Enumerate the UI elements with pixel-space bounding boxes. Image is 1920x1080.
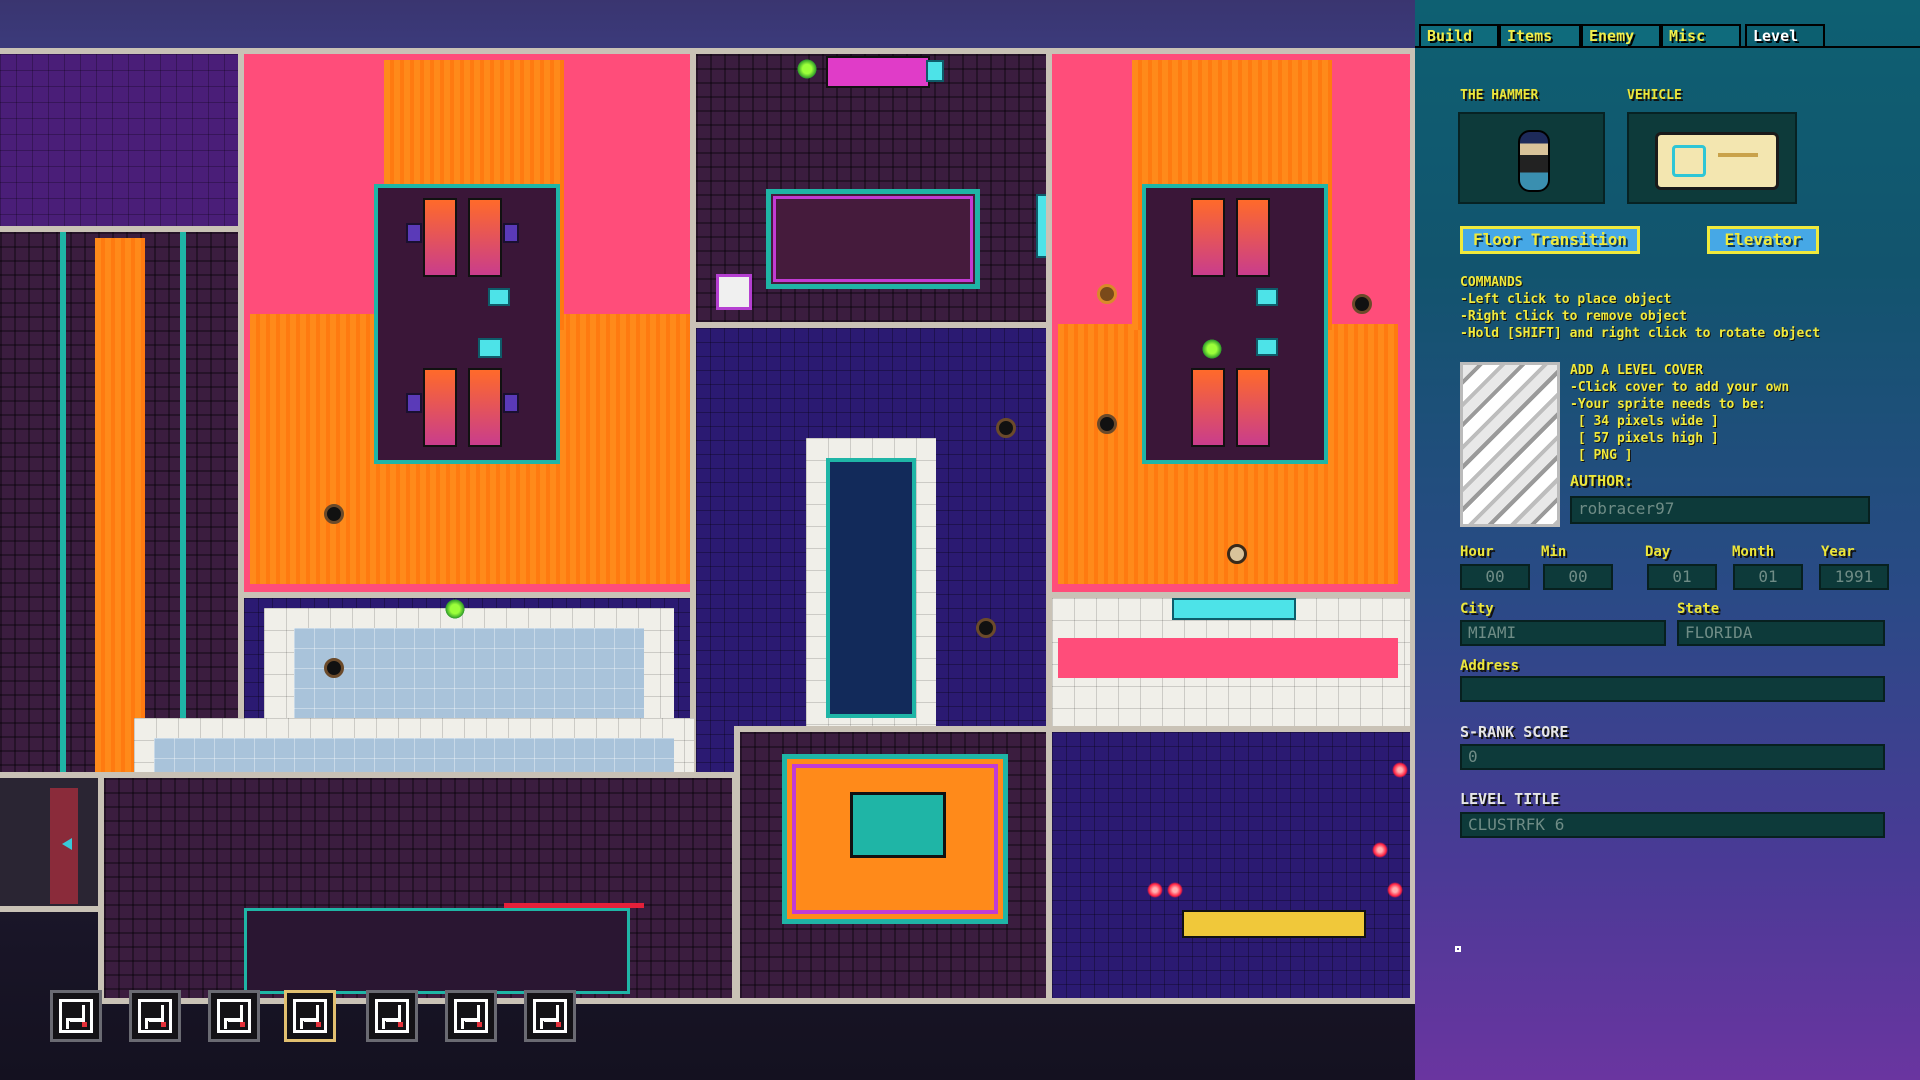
cover-instruction: -Your sprite needs to be:	[1570, 397, 1766, 412]
floor-icon	[59, 999, 93, 1033]
state-field[interactable]: FLORIDA	[1677, 620, 1885, 646]
cover-title: ADD A LEVEL COVER	[1570, 363, 1704, 378]
arrow-left-icon	[62, 838, 72, 850]
tab-enemy[interactable]: Enemy	[1581, 24, 1661, 46]
vehicle-label: VEHICLE	[1627, 88, 1682, 103]
level-title-field[interactable]: CLUSTRFK 6	[1460, 812, 1885, 838]
editor-side-panel: Build Items Enemy Misc Level THE HAMMER …	[1415, 0, 1920, 1080]
cover-instruction: [ 57 pixels high ]	[1570, 431, 1719, 446]
tab-build[interactable]: Build	[1419, 24, 1499, 46]
enemy-sprite[interactable]	[1097, 414, 1117, 434]
elevator-button[interactable]: Elevator	[1707, 226, 1819, 254]
cover-instruction: [ 34 pixels wide ]	[1570, 414, 1719, 429]
tab-misc[interactable]: Misc	[1661, 24, 1741, 46]
floor-slot-3[interactable]	[208, 990, 260, 1042]
srank-label: S-RANK SCORE	[1460, 723, 1569, 741]
floor-icon	[375, 999, 409, 1033]
room-center-hall	[690, 322, 1052, 780]
srank-field[interactable]: 0	[1460, 744, 1885, 770]
enemy-marker	[1392, 762, 1408, 778]
floor-slot-4[interactable]	[284, 990, 336, 1042]
player-character-select[interactable]	[1458, 112, 1605, 204]
day-field[interactable]: 01	[1647, 564, 1717, 590]
vehicle-select[interactable]	[1627, 112, 1797, 204]
cursor-marker-icon	[1455, 946, 1461, 952]
enemy-marker	[1372, 842, 1388, 858]
enemy-sprite[interactable]	[324, 658, 344, 678]
enemy-marker	[1147, 882, 1163, 898]
min-label: Min	[1541, 544, 1567, 560]
floor-icon	[217, 999, 251, 1033]
hour-label: Hour	[1460, 544, 1494, 560]
room-top-left	[0, 48, 244, 232]
room-left-corridor	[0, 226, 244, 778]
floor-transition-button[interactable]: Floor Transition	[1460, 226, 1640, 254]
floor-slot-2[interactable]	[129, 990, 181, 1042]
floor-slot-6[interactable]	[445, 990, 497, 1042]
tab-divider	[1415, 46, 1920, 48]
city-field[interactable]: MIAMI	[1460, 620, 1666, 646]
enemy-sprite[interactable]	[1352, 294, 1372, 314]
floor-icon	[533, 999, 567, 1033]
tab-items[interactable]: Items	[1499, 24, 1581, 46]
level-title-label: LEVEL TITLE	[1460, 790, 1560, 808]
enemy-sprite[interactable]	[324, 504, 344, 524]
level-cover-image[interactable]	[1460, 362, 1560, 527]
hour-field[interactable]: 00	[1460, 564, 1530, 590]
author-field[interactable]: robracer97	[1570, 496, 1870, 524]
month-field[interactable]: 01	[1733, 564, 1803, 590]
room-elevator	[0, 772, 104, 912]
enemy-sprite[interactable]	[996, 418, 1016, 438]
year-label: Year	[1821, 544, 1855, 560]
floor-slot-7[interactable]	[524, 990, 576, 1042]
state-label: State	[1677, 601, 1720, 617]
player-label: THE HAMMER	[1460, 88, 1539, 103]
room-east-hall	[1046, 592, 1415, 732]
floor-slot-1[interactable]	[50, 990, 102, 1042]
min-field[interactable]: 00	[1543, 564, 1613, 590]
command-line: -Right click to remove object	[1460, 309, 1687, 324]
floor-slot-5[interactable]	[366, 990, 418, 1042]
command-line: -Left click to place object	[1460, 292, 1672, 307]
address-field[interactable]	[1460, 676, 1885, 702]
command-line: -Hold [SHIFT] and right click to rotate …	[1460, 326, 1821, 341]
cover-instruction: [ PNG ]	[1570, 448, 1633, 463]
cover-instruction: -Click cover to add your own	[1570, 380, 1790, 395]
level-editor-viewport[interactable]	[0, 0, 1415, 1080]
address-label: Address	[1460, 658, 1520, 674]
floor-icon	[454, 999, 488, 1033]
room-center-north	[690, 48, 1052, 328]
room-office-west	[238, 48, 696, 598]
van-icon	[1655, 132, 1779, 190]
tab-bar: Build Items Enemy Misc Level	[1415, 24, 1920, 48]
author-label: AUTHOR:	[1570, 472, 1634, 490]
floor-icon	[138, 999, 172, 1033]
character-sprite-icon	[1518, 130, 1550, 192]
enemy-sprite[interactable]	[1097, 284, 1117, 304]
room-office-east	[1046, 48, 1415, 598]
enemy-marker	[1167, 882, 1183, 898]
day-label: Day	[1645, 544, 1671, 560]
floor-icon	[293, 999, 327, 1033]
commands-title: COMMANDS	[1460, 275, 1523, 290]
year-field[interactable]: 1991	[1819, 564, 1889, 590]
city-label: City	[1460, 601, 1494, 617]
enemy-marker	[1387, 882, 1403, 898]
enemy-sprite[interactable]	[1227, 544, 1247, 564]
tab-level[interactable]: Level	[1745, 24, 1825, 46]
level-map[interactable]	[0, 48, 1415, 1004]
enemy-sprite[interactable]	[976, 618, 996, 638]
month-label: Month	[1732, 544, 1775, 560]
